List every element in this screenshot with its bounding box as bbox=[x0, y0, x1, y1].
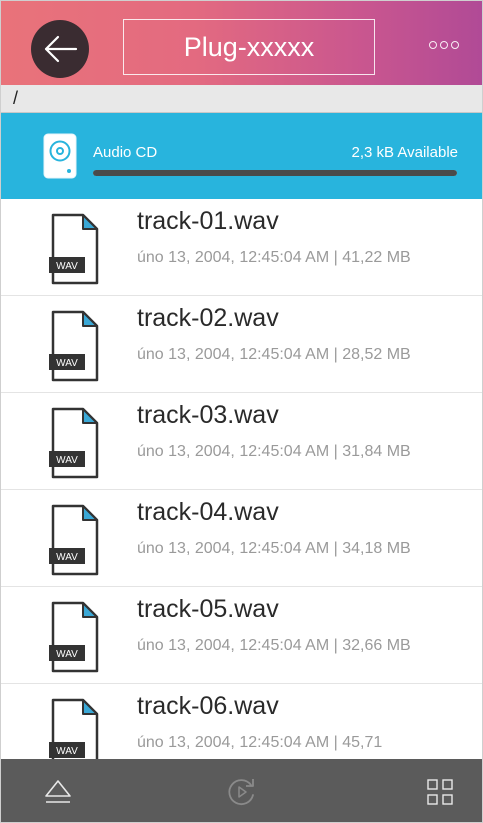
wav-file-icon: WAV bbox=[49, 310, 99, 382]
arrow-left-icon bbox=[44, 35, 78, 63]
file-meta: úno 13, 2004, 12:45:04 AM | 32,66 MB bbox=[137, 637, 411, 654]
back-button[interactable] bbox=[31, 20, 89, 78]
list-item[interactable]: WAV track-06.wav úno 13, 2004, 12:45:04 … bbox=[1, 684, 482, 759]
path-breadcrumb[interactable]: / bbox=[1, 85, 482, 113]
storage-device-bar[interactable]: Audio CD 2,3 kB Available bbox=[1, 113, 482, 199]
file-name: track-06.wav bbox=[137, 692, 279, 720]
app-header: Plug-xxxxx bbox=[1, 1, 482, 85]
app-window: Plug-xxxxx / Audio CD 2,3 kB Available W… bbox=[0, 0, 483, 823]
file-name: track-02.wav bbox=[137, 304, 279, 332]
wav-badge: WAV bbox=[56, 552, 78, 563]
list-item[interactable]: WAV track-01.wav úno 13, 2004, 12:45:04 … bbox=[1, 199, 482, 296]
storage-usage-bar bbox=[93, 170, 457, 176]
list-item[interactable]: WAV track-04.wav úno 13, 2004, 12:45:04 … bbox=[1, 490, 482, 587]
device-name: Audio CD bbox=[93, 144, 158, 161]
wav-file-icon: WAV bbox=[49, 504, 99, 576]
file-name: track-04.wav bbox=[137, 498, 279, 526]
wav-file-icon: WAV bbox=[49, 407, 99, 479]
wav-badge: WAV bbox=[56, 649, 78, 660]
file-name: track-05.wav bbox=[137, 595, 279, 623]
wav-badge: WAV bbox=[56, 746, 78, 757]
file-name: track-01.wav bbox=[137, 207, 279, 235]
file-meta: úno 13, 2004, 12:45:04 AM | 31,84 MB bbox=[137, 443, 411, 460]
menu-dot bbox=[451, 41, 459, 49]
refresh-icon bbox=[228, 779, 254, 805]
wav-file-icon: WAV bbox=[49, 213, 99, 285]
wav-badge: WAV bbox=[56, 261, 78, 272]
more-dots-icon[interactable] bbox=[429, 37, 465, 53]
device-title: Plug-xxxxx bbox=[123, 19, 375, 75]
available-space: 2,3 kB Available bbox=[351, 144, 458, 161]
eject-button[interactable] bbox=[39, 773, 77, 811]
file-meta: úno 13, 2004, 12:45:04 AM | 28,52 MB bbox=[137, 346, 411, 363]
file-meta: úno 13, 2004, 12:45:04 AM | 45,71 bbox=[137, 734, 383, 751]
eject-icon bbox=[45, 780, 71, 803]
menu-dot bbox=[440, 41, 448, 49]
file-name: track-03.wav bbox=[137, 401, 279, 429]
grid-view-button[interactable] bbox=[421, 773, 459, 811]
bottom-toolbar bbox=[1, 759, 482, 822]
file-meta: úno 13, 2004, 12:45:04 AM | 34,18 MB bbox=[137, 540, 411, 557]
menu-dot bbox=[429, 41, 437, 49]
device-title-text: Plug-xxxxx bbox=[183, 31, 315, 62]
grid-view-icon bbox=[427, 779, 453, 805]
disc-drive-icon bbox=[43, 133, 77, 179]
storage-usage-fill bbox=[93, 170, 457, 176]
wav-file-icon: WAV bbox=[49, 601, 99, 673]
path-text: / bbox=[13, 88, 19, 108]
wav-badge: WAV bbox=[56, 358, 78, 369]
wav-badge: WAV bbox=[56, 455, 78, 466]
wav-file-icon: WAV bbox=[49, 698, 99, 759]
list-item[interactable]: WAV track-03.wav úno 13, 2004, 12:45:04 … bbox=[1, 393, 482, 490]
list-item[interactable]: WAV track-02.wav úno 13, 2004, 12:45:04 … bbox=[1, 296, 482, 393]
file-list[interactable]: WAV track-01.wav úno 13, 2004, 12:45:04 … bbox=[1, 199, 482, 759]
list-item[interactable]: WAV track-05.wav úno 13, 2004, 12:45:04 … bbox=[1, 587, 482, 684]
refresh-button[interactable] bbox=[223, 773, 261, 811]
file-meta: úno 13, 2004, 12:45:04 AM | 41,22 MB bbox=[137, 249, 411, 266]
